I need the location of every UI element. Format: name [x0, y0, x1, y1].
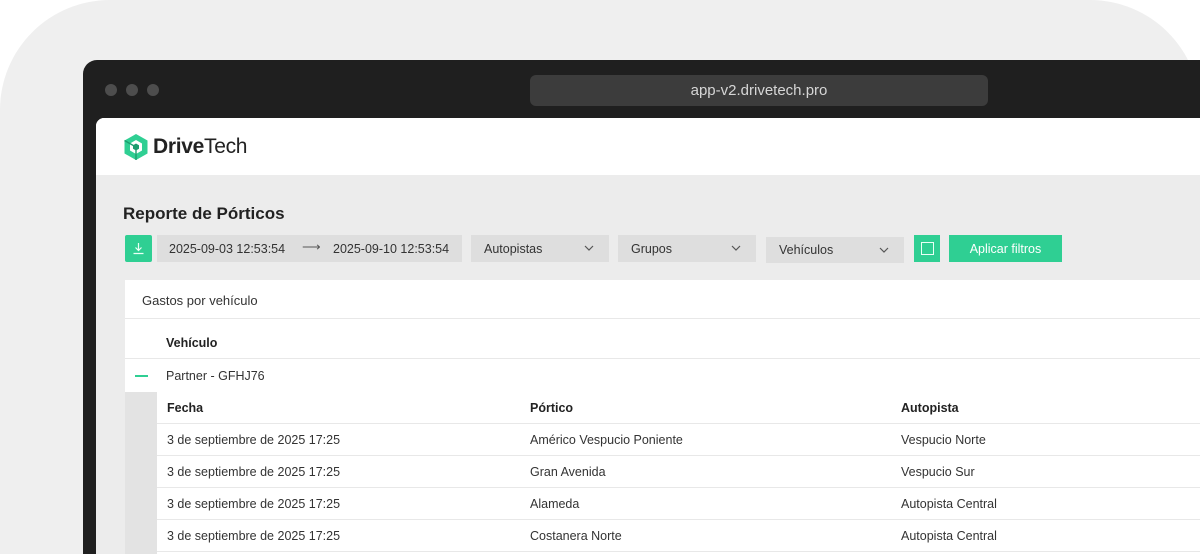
grupos-select[interactable]: Grupos: [618, 235, 756, 262]
portico-cell: Alameda: [530, 496, 580, 511]
subtable-header: Fecha Pórtico Autopista: [157, 392, 1200, 424]
table-row: 3 de septiembre de 2025 17:25 Alameda Au…: [157, 488, 1200, 520]
page-title: Reporte de Pórticos: [123, 204, 285, 223]
window-controls: [105, 84, 159, 96]
table-row: 3 de septiembre de 2025 17:25 Gran Aveni…: [157, 456, 1200, 488]
vehicle-column-header: Vehículo: [166, 336, 218, 350]
date-range-picker[interactable]: 2025-09-03 12:53:54 ⟶ 2025-09-10 12:53:5…: [157, 235, 462, 262]
select-all-toggle[interactable]: [914, 235, 940, 262]
autopistas-select[interactable]: Autopistas: [471, 235, 609, 262]
grupos-select-label: Grupos: [631, 241, 672, 256]
drivetech-logo[interactable]: DriveTech: [123, 133, 248, 161]
close-window-dot[interactable]: [105, 84, 117, 96]
collapse-row-icon[interactable]: [135, 375, 148, 377]
fecha-cell: 3 de septiembre de 2025 17:25: [167, 432, 341, 447]
fecha-cell: 3 de septiembre de 2025 17:25: [167, 496, 341, 511]
portico-cell: Américo Vespucio Poniente: [530, 432, 683, 447]
download-icon: [133, 243, 144, 255]
square-icon: [920, 242, 934, 255]
autopista-cell: Vespucio Sur: [901, 464, 975, 479]
vehiculos-select[interactable]: Vehículos: [766, 237, 904, 263]
fecha-cell: 3 de septiembre de 2025 17:25: [167, 464, 341, 479]
date-from[interactable]: 2025-09-03 12:53:54: [169, 242, 285, 256]
fecha-cell: 3 de septiembre de 2025 17:25: [167, 528, 341, 543]
divider: [125, 318, 1200, 319]
subtable-gutter: [125, 392, 157, 554]
chevron-down-icon: [879, 247, 889, 253]
drivetech-logo-icon: [124, 134, 148, 160]
vehicle-row-name[interactable]: Partner - GFHJ76: [166, 369, 265, 383]
portico-cell: Gran Avenida: [530, 464, 606, 479]
portico-header: Pórtico: [530, 400, 574, 415]
autopistas-select-label: Autopistas: [484, 241, 543, 256]
minimize-window-dot[interactable]: [126, 84, 138, 96]
download-button[interactable]: [125, 235, 152, 262]
autopista-header: Autopista: [901, 400, 959, 415]
address-bar[interactable]: app-v2.drivetech.pro: [530, 75, 988, 106]
chevron-down-icon: [584, 245, 594, 251]
date-to[interactable]: 2025-09-10 12:53:54: [333, 242, 449, 256]
vehiculos-select-label: Vehículos: [779, 243, 834, 257]
autopista-cell: Autopista Central: [901, 528, 997, 543]
table-row: 3 de septiembre de 2025 17:25 Américo Ve…: [157, 424, 1200, 456]
maximize-window-dot[interactable]: [147, 84, 159, 96]
logo-text: DriveTech: [153, 135, 248, 158]
autopista-cell: Autopista Central: [901, 496, 997, 511]
table-row: 3 de septiembre de 2025 17:25 Costanera …: [157, 520, 1200, 552]
app-viewport: DriveTech Reporte de Pórticos 2025-09-03…: [96, 118, 1200, 554]
fecha-header: Fecha: [167, 400, 204, 415]
autopista-cell: Vespucio Norte: [901, 432, 986, 447]
vehicle-expenses-card: Gastos por vehículo Vehículo Partner - G…: [125, 280, 1200, 554]
top-navbar: DriveTech: [96, 118, 1200, 175]
portico-cell: Costanera Norte: [530, 528, 622, 543]
divider: [125, 358, 1200, 359]
card-title: Gastos por vehículo: [142, 293, 258, 308]
apply-filters-button[interactable]: Aplicar filtros: [949, 235, 1062, 262]
arrow-right-icon: ⟶: [302, 239, 321, 254]
portico-subtable: Fecha Pórtico Autopista 3 de septiembre …: [125, 392, 1200, 554]
chevron-down-icon: [731, 245, 741, 251]
